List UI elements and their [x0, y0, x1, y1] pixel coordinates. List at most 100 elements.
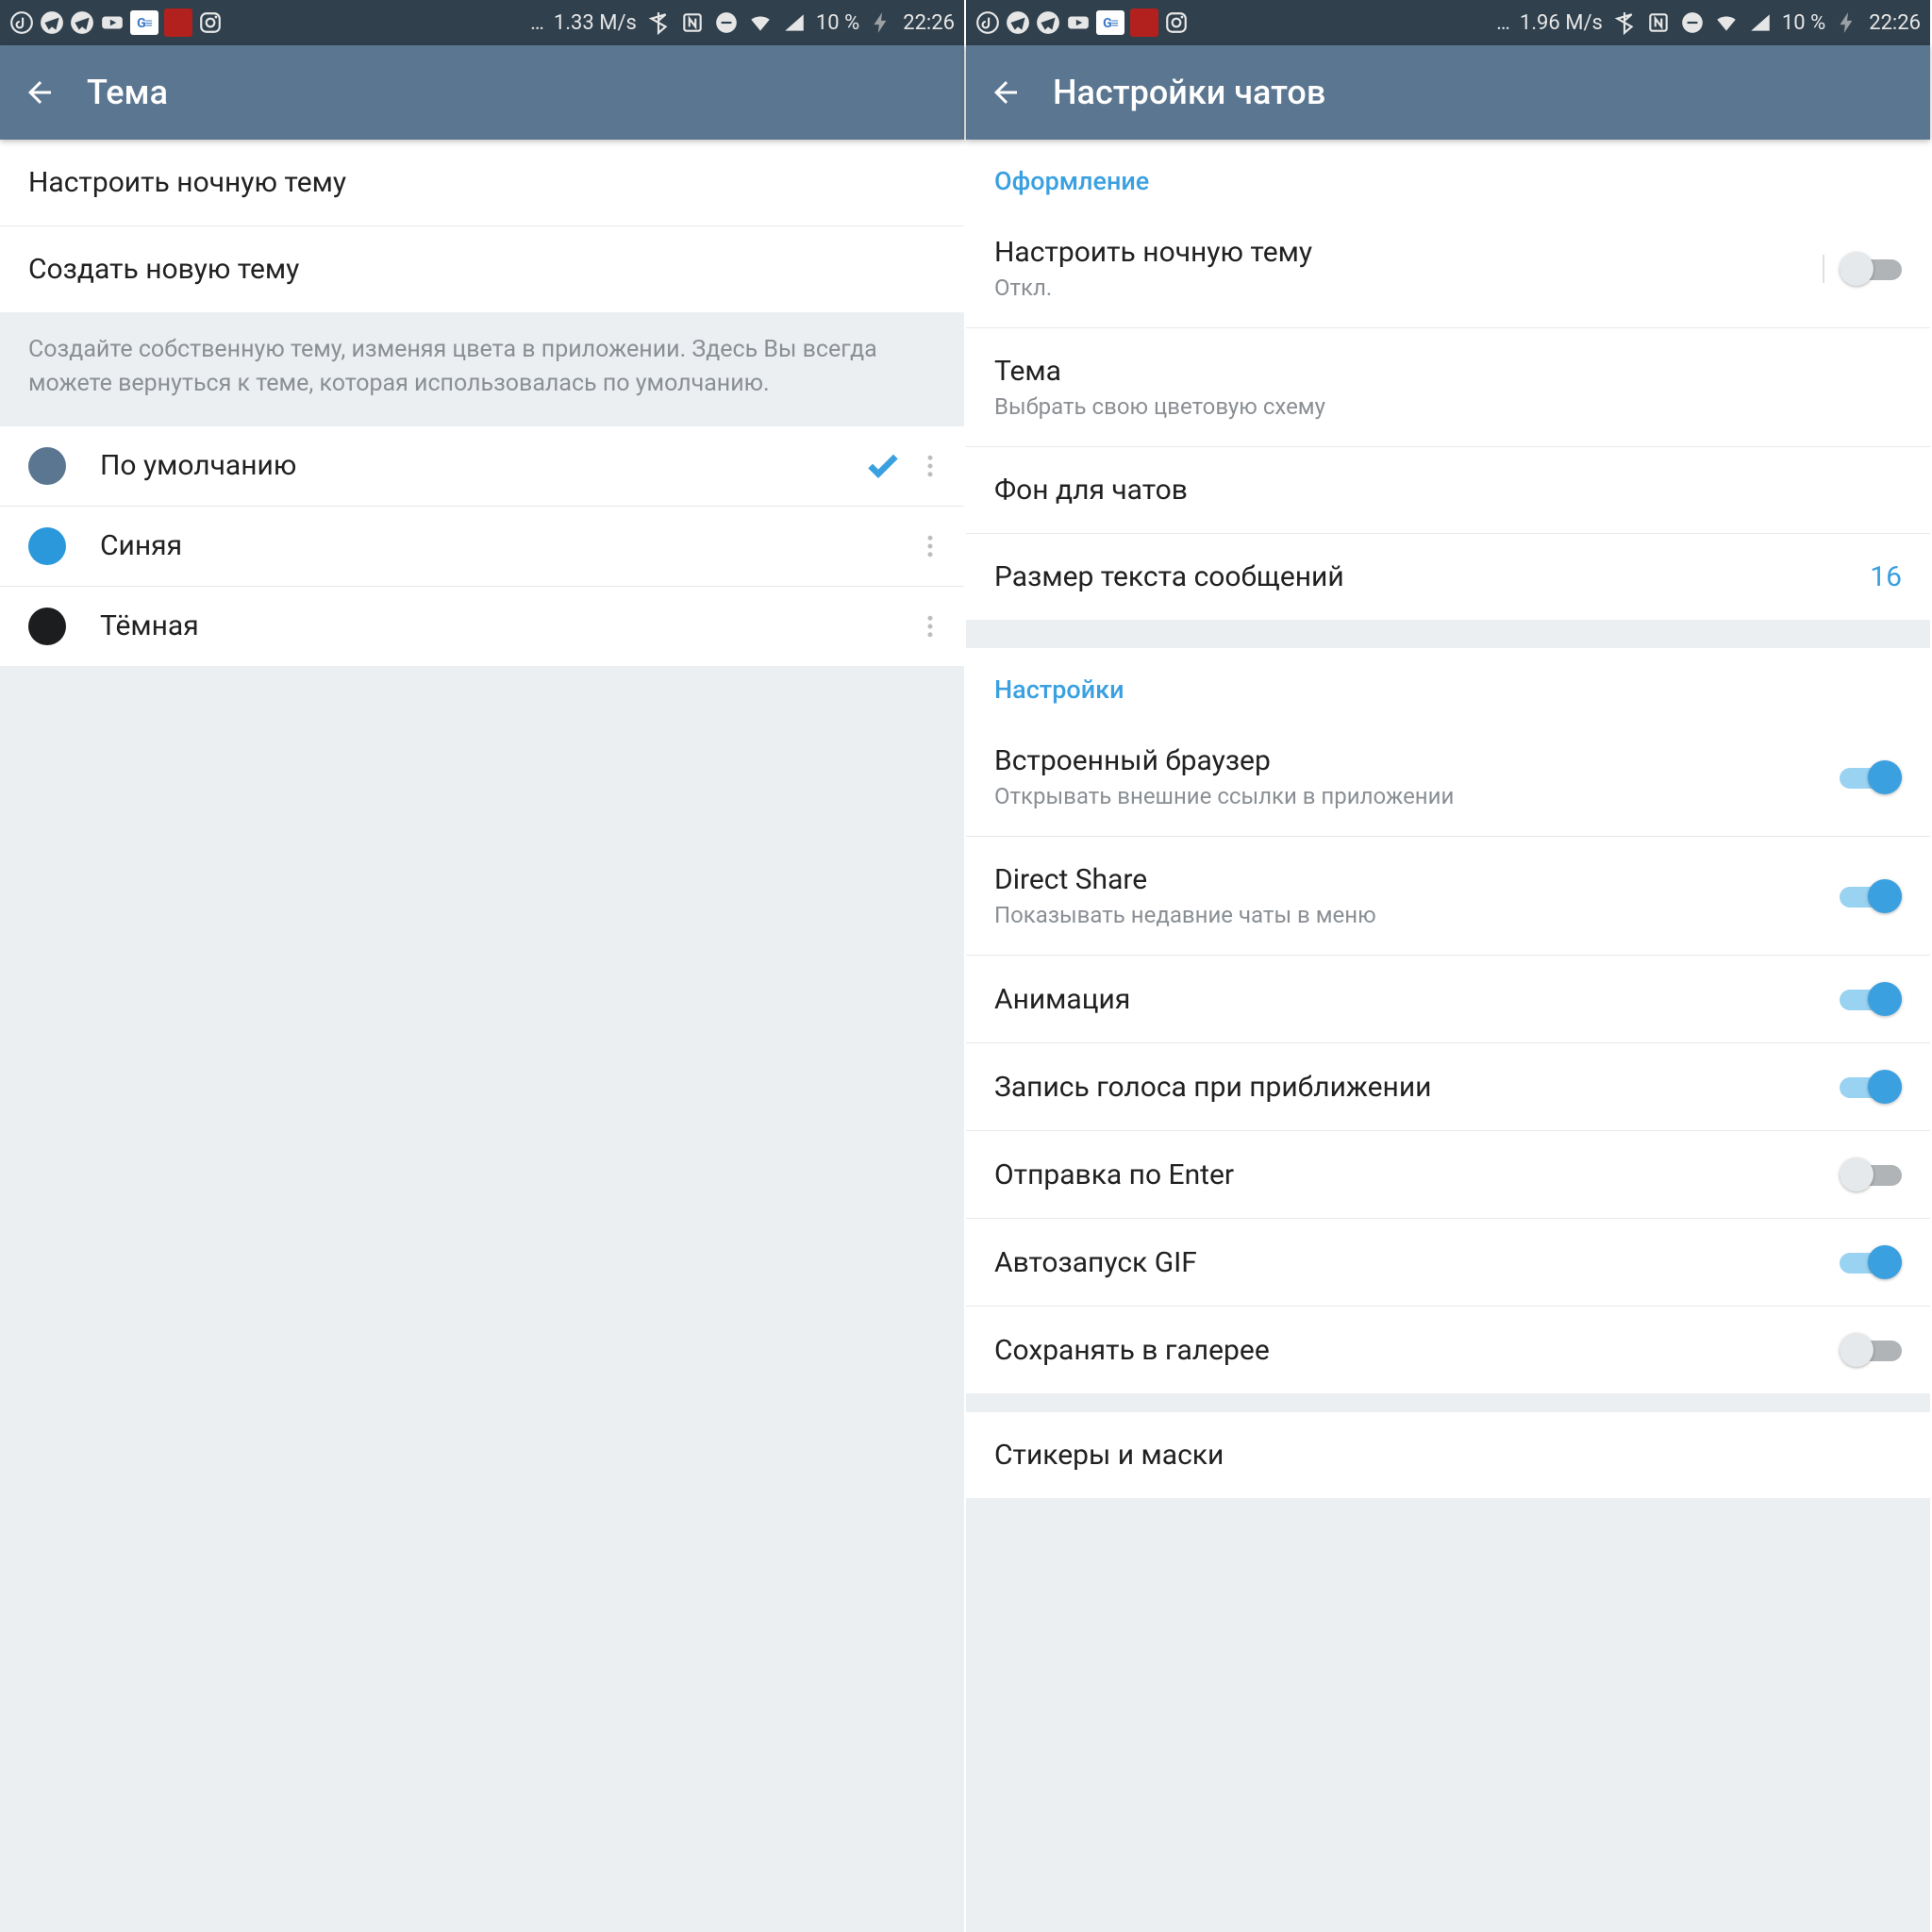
bluetooth-icon	[646, 10, 671, 35]
gap	[966, 620, 1930, 648]
instagram-icon	[198, 10, 223, 35]
theme-color-dot	[28, 527, 66, 565]
back-arrow-icon[interactable]	[23, 75, 57, 109]
telegram-icon	[40, 10, 64, 35]
hint-text: Создайте собственную тему, изменяя цвета…	[0, 312, 964, 426]
setting-row[interactable]: Отправка по Enter	[966, 1131, 1930, 1219]
wifi-icon	[748, 10, 773, 35]
setting-row[interactable]: Анимация	[966, 956, 1930, 1043]
label: Отправка по Enter	[994, 1158, 1840, 1191]
row-stickers[interactable]: Стикеры и маски	[966, 1412, 1930, 1498]
label: Размер текста сообщений	[994, 560, 1851, 593]
youtube-icon	[100, 10, 125, 35]
toggle[interactable]	[1840, 1333, 1902, 1367]
setting-row[interactable]: Сохранять в галерее	[966, 1307, 1930, 1393]
more-vert-icon[interactable]	[908, 612, 953, 641]
label: Стикеры и маски	[994, 1439, 1902, 1472]
label: Настроить ночную тему	[28, 166, 936, 199]
section-header: Настройки	[966, 648, 1930, 718]
setting-row[interactable]: Direct ShareПоказывать недавние чаты в м…	[966, 837, 1930, 956]
status-left: G≡	[975, 8, 1189, 37]
toggle[interactable]	[1840, 1245, 1902, 1279]
text-size-value: 16	[1870, 560, 1902, 593]
nfc-icon	[1646, 10, 1671, 35]
section-stickers: Стикеры и маски	[966, 1412, 1930, 1498]
theme-name: Синяя	[100, 529, 858, 562]
battery-text: 10 %	[1782, 11, 1825, 35]
label: Direct Share	[994, 863, 1840, 896]
toggle[interactable]	[1840, 879, 1902, 913]
section-settings: Настройки Встроенный браузер Открывать вн…	[966, 648, 1930, 1393]
tiktok-icon	[9, 10, 34, 35]
row-configure-night[interactable]: Настроить ночную тему	[0, 140, 964, 226]
status-left: G≡	[9, 8, 223, 37]
battery-text: 10 %	[816, 11, 859, 35]
toggle[interactable]	[1840, 760, 1902, 794]
status-bar: G≡ … 1.33 M/s 10 % 22:26	[0, 0, 964, 45]
label: Запись голоса при приближении	[994, 1071, 1840, 1104]
status-bar: G≡ … 1.96 M/s 10 % 22:26	[966, 0, 1930, 45]
page-title: Настройки чатов	[1053, 73, 1325, 112]
label: Настроить ночную тему	[994, 236, 1840, 269]
label: Тема	[994, 355, 1902, 388]
row-theme[interactable]: Тема Выбрать свою цветовую схему	[966, 328, 1930, 447]
row-create-theme[interactable]: Создать новую тему	[0, 226, 964, 312]
ellipsis: …	[1496, 11, 1510, 35]
sublabel: Откл.	[994, 275, 1840, 301]
section-appearance: Оформление Настроить ночную тему Откл. Т…	[966, 140, 1930, 620]
toggle[interactable]	[1840, 1158, 1902, 1191]
theme-list: По умолчанию Синяя Тёмная	[0, 426, 964, 666]
nfc-icon	[680, 10, 705, 35]
toggle-night[interactable]	[1840, 252, 1902, 286]
phone-right: G≡ … 1.96 M/s 10 % 22:26 Настройки чатов…	[966, 0, 1932, 1932]
theme-row[interactable]: Тёмная	[0, 587, 964, 666]
app-icon-red	[1130, 8, 1158, 37]
telegram-icon-2	[70, 10, 94, 35]
theme-row[interactable]: Синяя	[0, 507, 964, 587]
youtube-icon	[1066, 10, 1091, 35]
back-arrow-icon[interactable]	[989, 75, 1023, 109]
net-speed: 1.96 M/s	[1520, 11, 1603, 35]
app-bar: Тема	[0, 45, 964, 140]
gap	[966, 1498, 1930, 1526]
status-right: … 1.33 M/s 10 % 22:26	[530, 10, 955, 35]
label: Встроенный браузер	[994, 744, 1840, 777]
google-news-icon: G≡	[1096, 10, 1124, 35]
top-actions: Настроить ночную тему Создать новую тему	[0, 140, 964, 312]
selected-check-icon	[858, 447, 908, 485]
setting-row[interactable]: Встроенный браузер Открывать внешние ссыл…	[966, 718, 1930, 837]
charging-icon	[1835, 10, 1859, 35]
row-text-size[interactable]: Размер текста сообщений 16	[966, 534, 1930, 620]
toggle[interactable]	[1840, 982, 1902, 1016]
theme-color-dot	[28, 447, 66, 485]
app-icon-red	[164, 8, 192, 37]
row-chat-background[interactable]: Фон для чатов	[966, 447, 1930, 534]
status-right: … 1.96 M/s 10 % 22:26	[1496, 10, 1921, 35]
label: Анимация	[994, 983, 1840, 1016]
more-vert-icon[interactable]	[908, 452, 953, 480]
dnd-icon	[1680, 10, 1705, 35]
bluetooth-icon	[1612, 10, 1637, 35]
row-night-theme[interactable]: Настроить ночную тему Откл.	[966, 209, 1930, 328]
theme-name: Тёмная	[100, 609, 858, 642]
charging-icon	[869, 10, 893, 35]
phone-left: G≡ … 1.33 M/s 10 % 22:26 Тема Настроить …	[0, 0, 966, 1932]
panel[interactable]: Оформление Настроить ночную тему Откл. Т…	[966, 140, 1930, 1932]
theme-name: По умолчанию	[100, 449, 858, 482]
net-speed: 1.33 M/s	[554, 11, 637, 35]
setting-row[interactable]: Запись голоса при приближении	[966, 1043, 1930, 1131]
sublabel: Открывать внешние ссылки в приложении	[994, 783, 1840, 809]
toggle[interactable]	[1840, 1070, 1902, 1104]
setting-row[interactable]: Автозапуск GIF	[966, 1219, 1930, 1307]
instagram-icon	[1164, 10, 1189, 35]
page-title: Тема	[87, 73, 168, 112]
gap	[966, 1393, 1930, 1412]
signal-icon	[1748, 10, 1773, 35]
theme-row[interactable]: По умолчанию	[0, 426, 964, 507]
label: Создать новую тему	[28, 253, 936, 286]
more-vert-icon[interactable]	[908, 532, 953, 560]
telegram-icon-2	[1036, 10, 1060, 35]
wifi-icon	[1714, 10, 1739, 35]
ellipsis: …	[530, 11, 544, 35]
signal-icon	[782, 10, 807, 35]
